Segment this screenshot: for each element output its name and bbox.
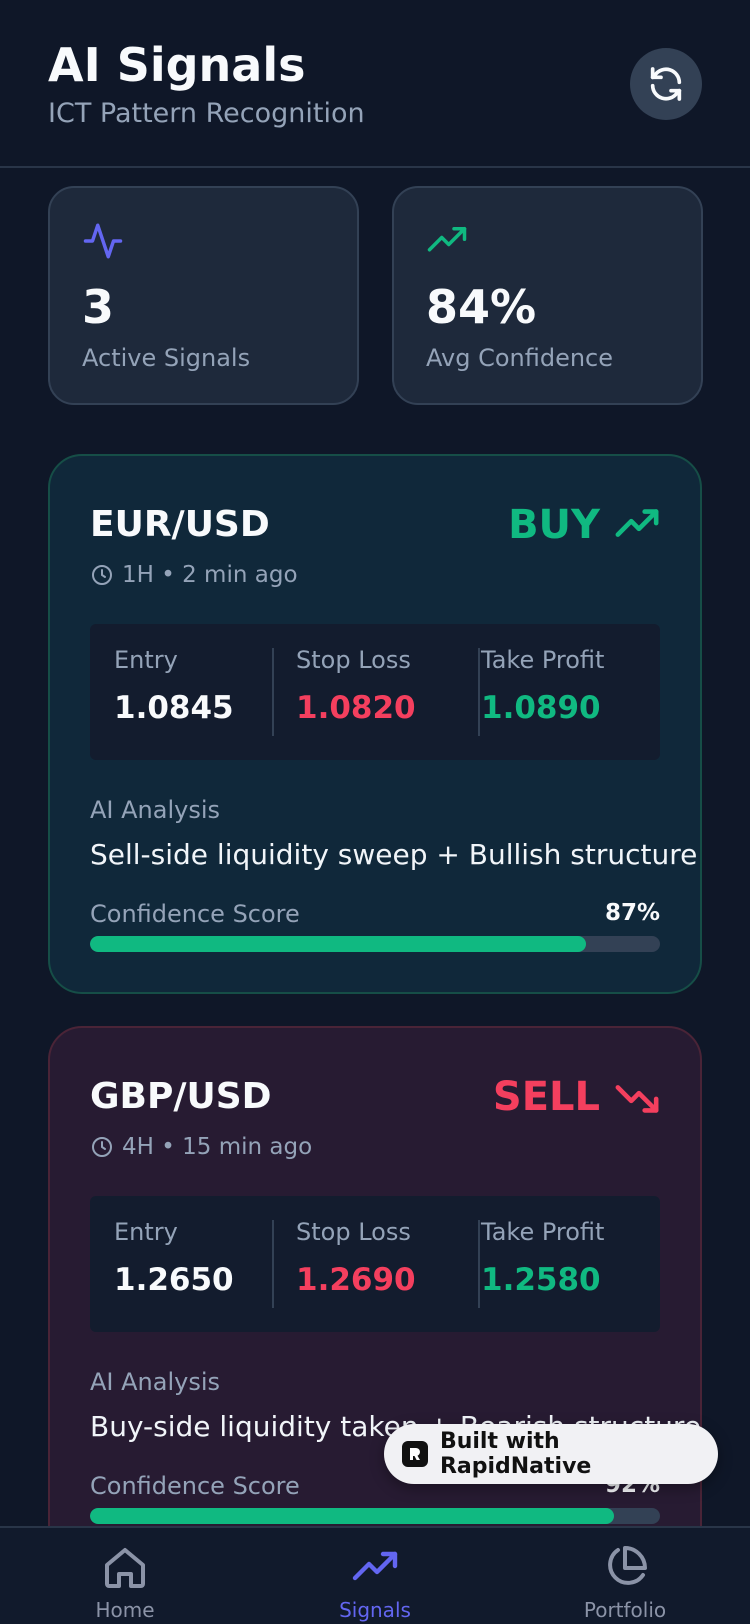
trending-up-icon	[427, 227, 467, 252]
header: AI Signals ICT Pattern Recognition	[0, 0, 750, 168]
activity-icon	[83, 223, 123, 259]
bottom-tab-bar: Home Signals Portfolio	[0, 1526, 750, 1624]
signal-meta: 1H • 2 min ago	[90, 562, 298, 588]
tab-label: Signals	[339, 1598, 411, 1622]
ai-analysis-label: AI Analysis	[90, 1368, 221, 1396]
stat-value: 84%	[426, 280, 537, 334]
stop-loss-level: Stop Loss 1.2690	[296, 1218, 416, 1298]
price-levels: Entry 1.0845 Stop Loss 1.0820 Take Profi…	[90, 624, 660, 760]
trending-up-icon	[352, 1551, 398, 1581]
built-with-badge[interactable]: Built with RapidNative	[384, 1424, 718, 1484]
take-profit-label: Take Profit	[481, 1218, 605, 1246]
take-profit-value: 1.0890	[481, 690, 601, 726]
stat-value: 3	[82, 280, 115, 334]
take-profit-value: 1.2580	[481, 1262, 601, 1298]
stop-loss-level: Stop Loss 1.0820	[296, 646, 416, 726]
currency-pair: EUR/USD	[90, 504, 270, 545]
signal-card-eurusd[interactable]: EUR/USD 1H • 2 min ago BUY Entry 1.0845 …	[48, 454, 702, 994]
badge-text: Built with RapidNative	[439, 1429, 592, 1479]
refresh-button[interactable]	[630, 48, 702, 120]
clock-icon	[92, 1137, 112, 1157]
stat-card-avg-confidence: 84% Avg Confidence	[392, 186, 703, 405]
entry-level: Entry 1.2650	[114, 1218, 234, 1298]
stat-label: Active Signals	[82, 344, 251, 372]
trending-down-icon	[615, 1085, 659, 1113]
divider	[478, 648, 480, 736]
divider	[272, 1220, 274, 1308]
clock-icon	[92, 565, 112, 585]
stat-card-active-signals: 3 Active Signals	[48, 186, 359, 405]
entry-label: Entry	[114, 1218, 178, 1246]
direction-label: BUY	[508, 502, 600, 548]
ai-analysis-text: Sell-side liquidity sweep + Bullish stru…	[90, 838, 698, 871]
trending-up-icon	[615, 509, 659, 537]
entry-level: Entry 1.0845	[114, 646, 234, 726]
direction-badge: SELL	[493, 1074, 660, 1120]
signal-meta: 4H • 15 min ago	[90, 1134, 312, 1160]
tab-portfolio[interactable]: Portfolio	[550, 1544, 700, 1622]
refresh-icon	[650, 67, 682, 101]
page-subtitle: ICT Pattern Recognition	[48, 98, 365, 129]
home-icon	[105, 1548, 145, 1588]
stop-loss-label: Stop Loss	[296, 1218, 411, 1246]
confidence-label: Confidence Score	[90, 900, 300, 928]
take-profit-level: Take Profit 1.2580	[481, 1218, 604, 1298]
pie-chart-icon	[608, 1546, 647, 1585]
entry-value: 1.2650	[114, 1262, 234, 1298]
ai-analysis-label: AI Analysis	[90, 796, 221, 824]
confidence-bar-fill	[90, 936, 586, 952]
currency-pair: GBP/USD	[90, 1076, 272, 1117]
divider	[478, 1220, 480, 1308]
page-title: AI Signals	[48, 38, 306, 92]
stop-loss-value: 1.0820	[296, 690, 416, 726]
take-profit-level: Take Profit 1.0890	[481, 646, 604, 726]
confidence-label: Confidence Score	[90, 1472, 300, 1500]
take-profit-label: Take Profit	[481, 646, 605, 674]
confidence-bar	[90, 1508, 660, 1524]
direction-badge: BUY	[508, 502, 660, 548]
confidence-bar-fill	[90, 1508, 615, 1524]
timeframe-text: 1H • 2 min ago	[122, 562, 298, 588]
direction-label: SELL	[492, 1074, 600, 1120]
confidence-bar	[90, 936, 660, 952]
stop-loss-label: Stop Loss	[296, 646, 411, 674]
rapidnative-logo-icon	[402, 1441, 428, 1467]
stat-label: Avg Confidence	[426, 344, 614, 372]
price-levels: Entry 1.2650 Stop Loss 1.2690 Take Profi…	[90, 1196, 660, 1332]
tab-label: Portfolio	[583, 1598, 667, 1622]
confidence-value: 87%	[604, 900, 660, 926]
tab-home[interactable]: Home	[50, 1544, 200, 1622]
entry-value: 1.0845	[114, 690, 234, 726]
entry-label: Entry	[114, 646, 178, 674]
tab-signals[interactable]: Signals	[300, 1544, 450, 1622]
stop-loss-value: 1.2690	[296, 1262, 416, 1298]
timeframe-text: 4H • 15 min ago	[122, 1134, 313, 1160]
tab-label: Home	[95, 1598, 155, 1622]
divider	[272, 648, 274, 736]
